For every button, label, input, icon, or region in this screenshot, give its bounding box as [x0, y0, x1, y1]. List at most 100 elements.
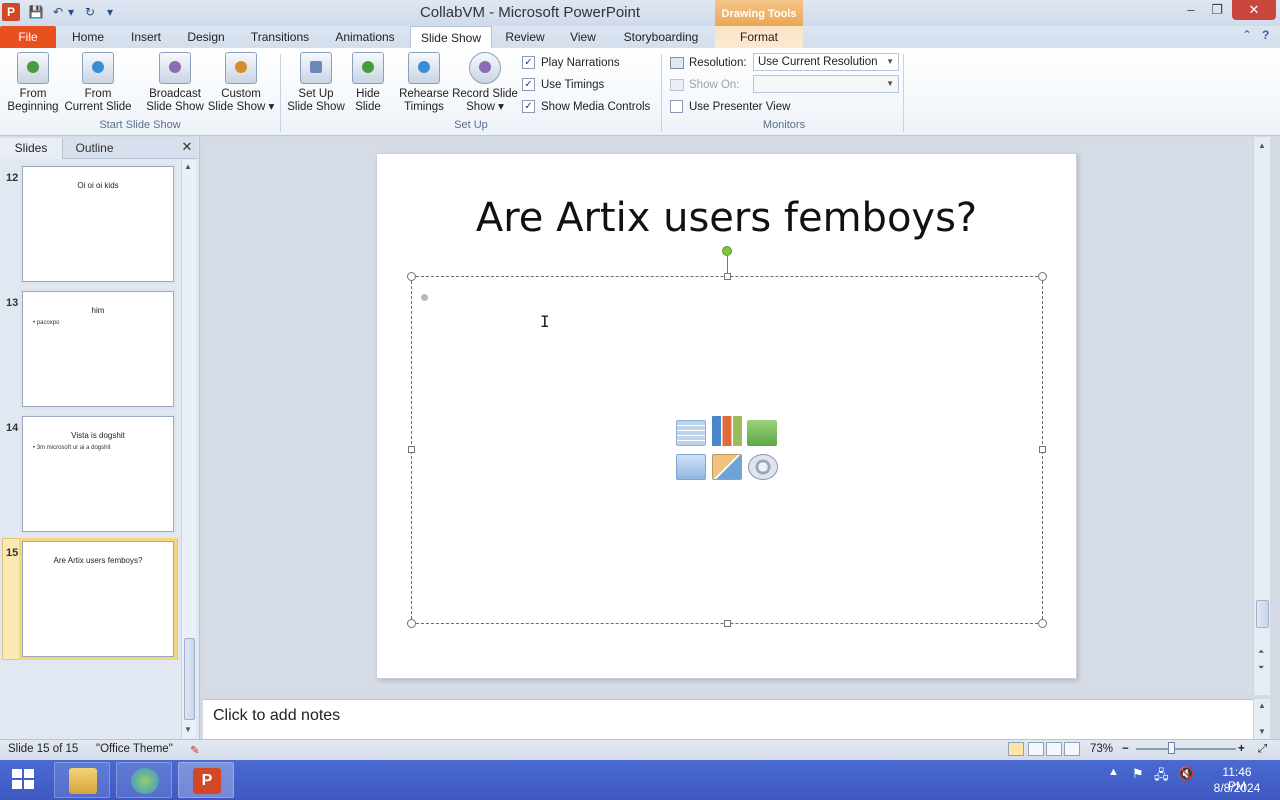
slide-thumbnail[interactable]: him • pacoxpo	[22, 291, 174, 407]
group-separator	[280, 54, 281, 132]
scrollbar-thumb[interactable]	[184, 638, 195, 720]
slide-show-view-icon[interactable]	[1064, 742, 1080, 756]
next-slide-icon[interactable]: ⏷	[1258, 663, 1264, 673]
tab-design[interactable]: Design	[178, 26, 234, 48]
record-slide-show-button[interactable]: Record Slide Show ▾	[452, 52, 518, 114]
tab-slides[interactable]: Slides	[0, 138, 62, 159]
resize-handle-bottom-right[interactable]	[1038, 619, 1047, 628]
slide-thumbnail[interactable]: Oi oi oi kids	[22, 166, 174, 282]
theme-name[interactable]: "Office Theme"	[96, 743, 173, 755]
resolution-value: Use Current Resolution	[758, 56, 878, 68]
normal-view-icon[interactable]	[1008, 742, 1024, 756]
tab-insert[interactable]: Insert	[120, 26, 172, 48]
start-slide-show-group-label: Start Slide Show	[99, 119, 181, 131]
rotate-handle[interactable]	[722, 246, 732, 256]
show-media-controls-checkbox[interactable]: ✓ Show Media Controls	[522, 99, 650, 115]
notes-pane[interactable]	[203, 699, 1253, 739]
tab-animations[interactable]: Animations	[326, 26, 404, 48]
resize-handle-bottom[interactable]	[724, 620, 731, 627]
show-on-dropdown[interactable]: ▼	[753, 75, 899, 93]
resize-handle-bottom-left[interactable]	[407, 619, 416, 628]
resize-handle-top-left[interactable]	[407, 272, 416, 281]
tab-home[interactable]: Home	[60, 26, 116, 48]
resize-handle-top-right[interactable]	[1038, 272, 1047, 281]
tab-file[interactable]: File	[0, 26, 56, 48]
tab-format[interactable]: Format	[715, 26, 803, 48]
broadcast-slide-show-button[interactable]: Broadcast Slide Show	[144, 52, 206, 114]
slide-thumbnail-selected[interactable]: Are Artix users femboys?	[22, 541, 174, 657]
rehearse-label-line2: Timings	[404, 101, 444, 113]
insert-smartart-icon[interactable]	[747, 420, 777, 446]
zoom-out-icon[interactable]: −	[1122, 743, 1129, 755]
slide-title[interactable]: Are Artix users femboys?	[376, 195, 1077, 241]
show-hidden-icons[interactable]: ▲	[1108, 766, 1119, 778]
play-narrations-checkbox[interactable]: ✓ Play Narrations	[522, 55, 620, 71]
help-icon[interactable]: ?	[1262, 28, 1269, 42]
thumbnail-bullet: • pacoxpo	[33, 320, 60, 326]
rehearse-timings-button[interactable]: Rehearse Timings	[396, 52, 452, 114]
content-placeholder[interactable]	[411, 276, 1043, 624]
resize-handle-right[interactable]	[1039, 446, 1046, 453]
vertical-scrollbar[interactable]: ▲ ⏶ ⏷	[1253, 137, 1270, 695]
close-button[interactable]: ✕	[1232, 0, 1276, 20]
previous-slide-icon[interactable]: ⏶	[1258, 647, 1264, 657]
tab-review[interactable]: Review	[498, 26, 552, 48]
insert-picture-icon[interactable]	[676, 454, 706, 480]
slide-sorter-view-icon[interactable]	[1028, 742, 1044, 756]
tab-slide-show[interactable]: Slide Show	[410, 26, 492, 48]
use-timings-label: Use Timings	[541, 79, 605, 91]
insert-clipart-icon[interactable]	[712, 454, 742, 480]
scroll-up-arrow-icon[interactable]: ▲	[184, 162, 192, 171]
fit-to-window-icon[interactable]: ⤢	[1258, 743, 1267, 756]
tab-storyboarding[interactable]: Storyboarding	[614, 26, 708, 48]
zoom-slider-knob[interactable]	[1168, 742, 1175, 754]
rehearse-timings-icon	[408, 52, 440, 84]
spell-check-icon[interactable]: ✎	[190, 743, 200, 757]
resolution-dropdown[interactable]: Use Current Resolution ▼	[753, 53, 899, 71]
zoom-level[interactable]: 73%	[1090, 743, 1113, 755]
resolution-label: Resolution:	[689, 57, 747, 69]
browser-globe-icon	[131, 768, 159, 794]
zoom-slider-track[interactable]	[1136, 748, 1236, 750]
tab-outline[interactable]: Outline	[62, 138, 126, 159]
scroll-up-arrow-icon[interactable]: ▲	[1258, 701, 1266, 710]
resize-handle-top[interactable]	[724, 273, 731, 280]
from-current-slide-button[interactable]: From Current Slide	[64, 52, 132, 114]
use-timings-checkbox[interactable]: ✓ Use Timings	[522, 77, 604, 93]
setup-label-line1: Set Up	[298, 88, 334, 100]
reading-view-icon[interactable]	[1046, 742, 1062, 756]
tab-view[interactable]: View	[560, 26, 606, 48]
maximize-button[interactable]: ❐	[1206, 0, 1228, 20]
taskbar-explorer[interactable]	[54, 762, 110, 798]
rehearse-label-line1: Rehearse	[399, 88, 449, 100]
taskbar-internet-explorer[interactable]	[116, 762, 172, 798]
resize-handle-left[interactable]	[408, 446, 415, 453]
insert-chart-icon[interactable]	[712, 416, 742, 446]
scroll-down-arrow-icon[interactable]: ▼	[184, 725, 192, 734]
scroll-up-arrow-icon[interactable]: ▲	[1258, 141, 1266, 150]
taskbar-powerpoint[interactable]: P	[178, 762, 234, 798]
custom-slide-show-button[interactable]: Custom Slide Show ▾	[206, 52, 276, 114]
notes-scrollbar[interactable]: ▲ ▼	[1253, 699, 1270, 739]
slide-thumbnail[interactable]: Vista is dogshit • 3m microsoft ur ai a …	[22, 416, 174, 532]
insert-table-icon[interactable]	[676, 420, 706, 446]
scrollbar-thumb[interactable]	[1256, 600, 1269, 628]
slides-panel-scrollbar[interactable]: ▲ ▼	[181, 160, 196, 738]
clock-date[interactable]: 8/8/2024	[1213, 781, 1261, 795]
minimize-button[interactable]: –	[1180, 0, 1202, 20]
tab-transitions[interactable]: Transitions	[240, 26, 320, 48]
action-center-flag-icon[interactable]: ⚑	[1132, 766, 1144, 782]
zoom-in-icon[interactable]: +	[1238, 743, 1245, 755]
minimize-ribbon-icon[interactable]: ⌃	[1242, 28, 1252, 42]
insert-media-icon[interactable]	[748, 454, 778, 480]
volume-muted-icon[interactable]: 🔇	[1178, 766, 1194, 782]
hide-slide-button[interactable]: Hide Slide	[348, 52, 388, 114]
scroll-down-arrow-icon[interactable]: ▼	[1258, 727, 1266, 736]
notes-placeholder[interactable]: Click to add notes	[213, 707, 340, 725]
set-up-slide-show-button[interactable]: Set Up Slide Show	[286, 52, 346, 114]
close-panel-icon[interactable]: ✕	[180, 140, 194, 154]
start-button[interactable]	[0, 760, 48, 800]
use-presenter-view-checkbox[interactable]: Use Presenter View	[670, 99, 790, 115]
from-beginning-button[interactable]: From Beginning	[4, 52, 62, 114]
network-icon[interactable]: 🖧	[1154, 766, 1169, 788]
